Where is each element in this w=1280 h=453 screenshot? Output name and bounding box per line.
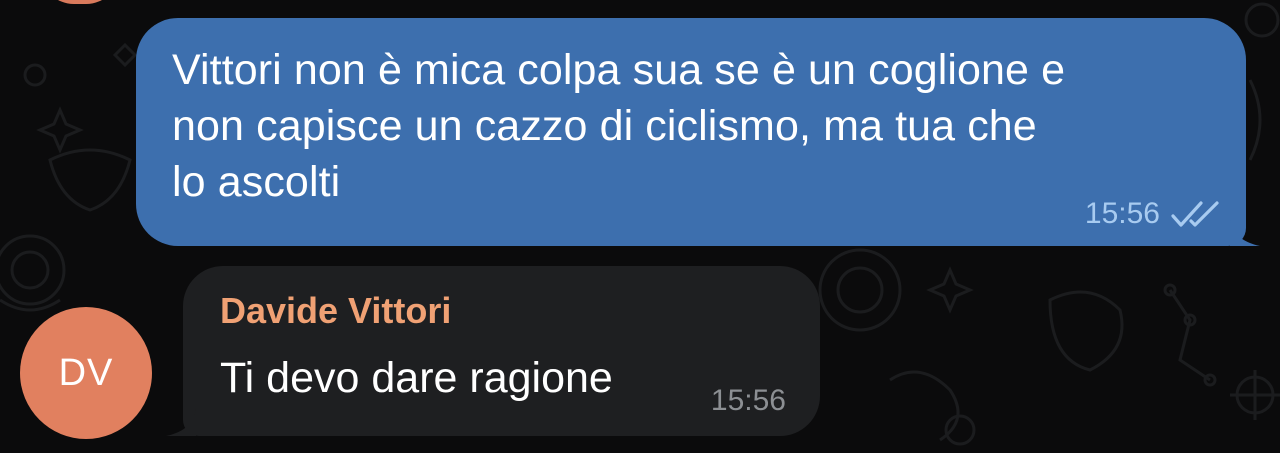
incoming-message-text: Ti devo dare ragione <box>220 354 613 402</box>
avatar-initials: DV <box>58 351 114 394</box>
outgoing-bubble-tail <box>1230 218 1260 246</box>
incoming-message-bubble[interactable]: Davide Vittori Ti devo dare ragione 15:5… <box>166 266 820 436</box>
outgoing-message-bubble[interactable]: Vittori non è mica colpa sua se è un cog… <box>136 18 1260 246</box>
outgoing-message-meta: 15:56 <box>1085 194 1222 234</box>
incoming-bubble-tail <box>166 408 196 436</box>
incoming-message-time: 15:56 <box>710 384 786 417</box>
outgoing-message-time: 15:56 <box>1084 197 1160 230</box>
sender-avatar[interactable]: DV <box>20 307 152 439</box>
double-check-icon <box>1171 201 1219 227</box>
previous-avatar-partial <box>40 0 120 4</box>
outgoing-message-text: Vittori non è mica colpa sua se è un cog… <box>172 46 1066 206</box>
sender-name[interactable]: Davide Vittori <box>220 290 451 332</box>
